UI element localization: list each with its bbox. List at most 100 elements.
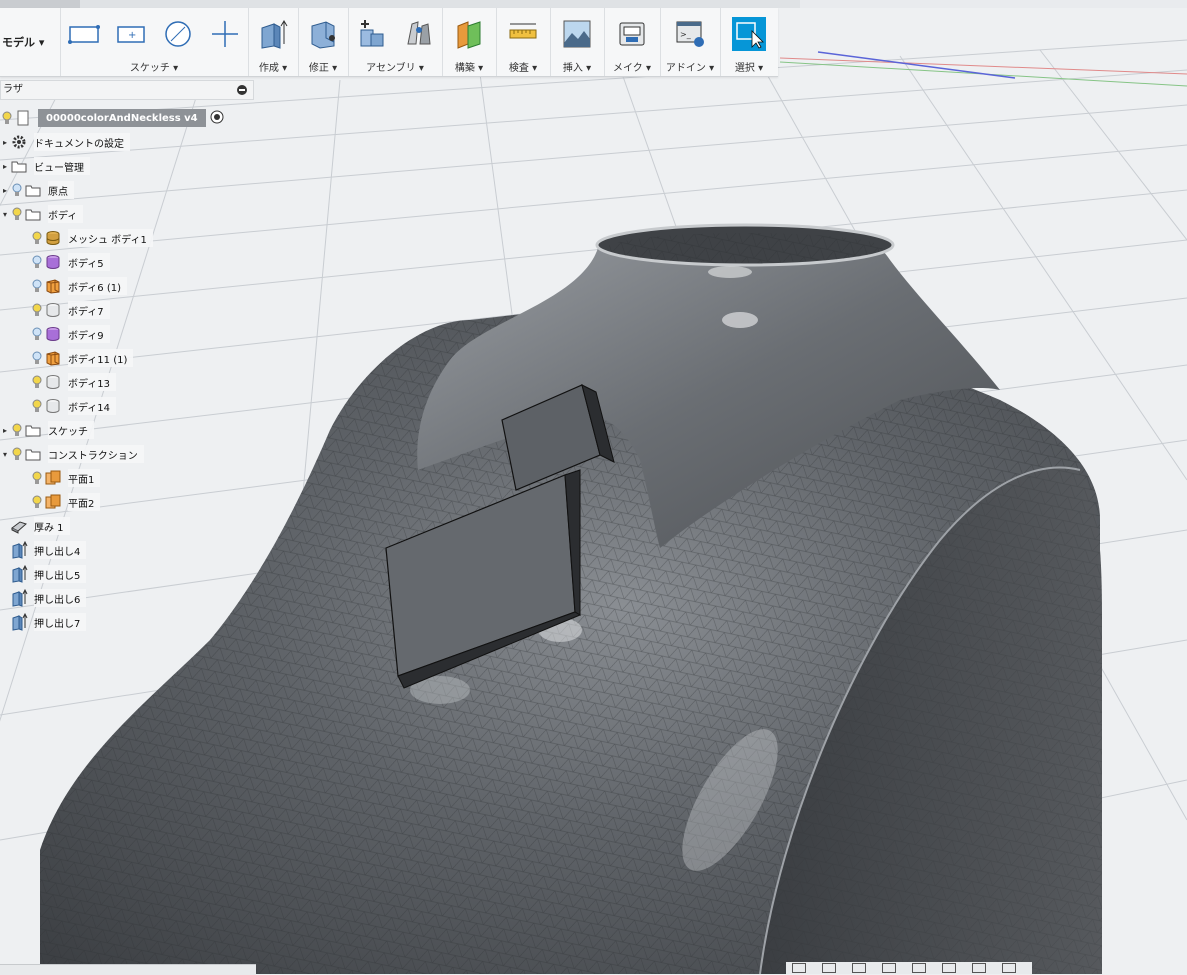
- browser-root-node[interactable]: 00000colorAndNeckless v4: [0, 108, 224, 128]
- select-menu[interactable]: 選択 ▾: [720, 59, 778, 74]
- visibility-bulb-icon[interactable]: [10, 206, 24, 222]
- tree-node-body-5[interactable]: ボディ5: [30, 252, 110, 272]
- document-tab[interactable]: [800, 0, 1187, 8]
- modify-menu[interactable]: 修正 ▾: [298, 59, 348, 74]
- visibility-bulb-icon[interactable]: [30, 398, 44, 414]
- offset-plane-icon[interactable]: [452, 17, 486, 51]
- tree-node-label: ボディ5: [68, 253, 110, 271]
- addins-menu[interactable]: アドイン ▾: [660, 59, 720, 74]
- tree-node-body-6-1[interactable]: ボディ6 (1): [30, 276, 128, 296]
- joint-icon[interactable]: [402, 17, 436, 51]
- tree-node-document-settings[interactable]: ▸ ドキュメントの設定: [0, 132, 130, 152]
- tree-node-label: 押し出し4: [34, 541, 87, 559]
- tree-node-label: ボディ13: [68, 373, 117, 391]
- visibility-bulb-icon[interactable]: [10, 446, 24, 462]
- workspace-switcher[interactable]: モデル ▾: [0, 8, 61, 76]
- extrude-icon[interactable]: [256, 17, 290, 51]
- visibility-bulb-icon[interactable]: [30, 374, 44, 390]
- grid-settings-icon[interactable]: [972, 963, 986, 973]
- visibility-bulb-icon[interactable]: [30, 254, 44, 270]
- tree-node-body-14[interactable]: ボディ14: [30, 396, 117, 416]
- point-icon[interactable]: [208, 17, 242, 51]
- press-pull-icon[interactable]: [306, 17, 340, 51]
- select-group: 選択 ▾: [720, 8, 778, 76]
- tree-node-extrude-4[interactable]: 押し出し4: [10, 540, 87, 560]
- pan-icon[interactable]: [852, 963, 866, 973]
- tree-node-construction[interactable]: ▾ コンストラクション: [0, 444, 144, 464]
- folder-icon: [24, 205, 42, 223]
- tree-node-label: 原点: [48, 181, 74, 199]
- insert-group: 挿入 ▾: [550, 8, 605, 76]
- addins-group: >_ アドイン ▾: [660, 8, 721, 76]
- tree-node-named-views[interactable]: ▸ ビュー管理: [0, 156, 90, 176]
- tree-node-mesh-body-1[interactable]: メッシュ ボディ1: [30, 228, 153, 248]
- tree-node-extrude-5[interactable]: 押し出し5: [10, 564, 87, 584]
- select-cursor-icon[interactable]: [732, 17, 766, 51]
- assemble-group: アセンブリ ▾: [348, 8, 443, 76]
- expand-caret-icon[interactable]: ▸: [0, 162, 10, 171]
- tree-node-label: 押し出し5: [34, 565, 87, 583]
- line-rectangle-icon[interactable]: [67, 17, 101, 51]
- tree-node-body-11-1[interactable]: ボディ11 (1): [30, 348, 134, 368]
- zoom-icon[interactable]: [882, 963, 896, 973]
- tree-node-extrude-7[interactable]: 押し出し7: [10, 612, 87, 632]
- tree-node-plane-2[interactable]: 平面2: [30, 492, 101, 512]
- tree-node-label: ボディ6 (1): [68, 277, 128, 295]
- tree-node-extrude-6[interactable]: 押し出し6: [10, 588, 87, 608]
- visibility-bulb-icon[interactable]: [30, 230, 44, 246]
- body-icon: [44, 253, 62, 271]
- circle-icon[interactable]: [161, 17, 195, 51]
- make-menu[interactable]: メイク ▾: [604, 59, 660, 74]
- tree-node-bodies[interactable]: ▾ ボディ: [0, 204, 84, 224]
- new-component-icon[interactable]: [355, 17, 389, 51]
- visibility-bulb-icon[interactable]: [10, 182, 24, 198]
- look-at-icon[interactable]: [822, 963, 836, 973]
- collapse-caret-icon[interactable]: ▾: [0, 450, 10, 459]
- visibility-bulb-icon[interactable]: [30, 350, 44, 366]
- center-rectangle-icon[interactable]: +: [114, 17, 148, 51]
- sketch-menu[interactable]: スケッチ ▾: [60, 59, 248, 74]
- measure-icon[interactable]: [506, 17, 540, 51]
- viewports-icon[interactable]: [1002, 963, 1016, 973]
- tree-node-body-7[interactable]: ボディ7: [30, 300, 110, 320]
- visibility-bulb-icon[interactable]: [30, 494, 44, 510]
- tree-node-origin[interactable]: ▸ 原点: [0, 180, 74, 200]
- visibility-bulb-icon[interactable]: [0, 110, 14, 126]
- tree-node-plane-1[interactable]: 平面1: [30, 468, 101, 488]
- visibility-bulb-icon[interactable]: [30, 470, 44, 486]
- orbit-icon[interactable]: [792, 963, 806, 973]
- insert-menu[interactable]: 挿入 ▾: [550, 59, 604, 74]
- tree-node-body-9[interactable]: ボディ9: [30, 324, 110, 344]
- create-menu[interactable]: 作成 ▾: [248, 59, 298, 74]
- svg-text:>_: >_: [680, 30, 692, 39]
- 3d-print-icon[interactable]: [615, 17, 649, 51]
- browser-title: ラザ: [3, 84, 23, 95]
- scripts-addins-icon[interactable]: >_: [673, 17, 707, 51]
- insert-image-icon[interactable]: [560, 17, 594, 51]
- construct-menu[interactable]: 構築 ▾: [442, 59, 496, 74]
- collapse-caret-icon[interactable]: ▾: [0, 210, 10, 219]
- expand-caret-icon[interactable]: ▸: [0, 138, 10, 147]
- app-tab[interactable]: [0, 0, 80, 8]
- inspect-menu[interactable]: 検査 ▾: [496, 59, 550, 74]
- comments-bar[interactable]: [0, 964, 256, 975]
- visibility-bulb-icon[interactable]: [30, 302, 44, 318]
- body-icon: [44, 325, 62, 343]
- visibility-bulb-icon[interactable]: [30, 326, 44, 342]
- expand-caret-icon[interactable]: ▸: [0, 426, 10, 435]
- thicken-icon: [10, 517, 28, 535]
- extrude-icon: [10, 565, 28, 583]
- expand-caret-icon[interactable]: ▸: [0, 186, 10, 195]
- body-icon: [44, 277, 62, 295]
- activate-radio-icon[interactable]: [210, 110, 224, 127]
- tree-node-label: ボディ14: [68, 397, 117, 415]
- fit-icon[interactable]: [912, 963, 926, 973]
- display-settings-icon[interactable]: [942, 963, 956, 973]
- collapse-panel-icon[interactable]: [237, 85, 247, 95]
- tree-node-thicken-1[interactable]: 厚み 1: [10, 516, 70, 536]
- tree-node-sketches[interactable]: ▸ スケッチ: [0, 420, 94, 440]
- assemble-menu[interactable]: アセンブリ ▾: [348, 59, 442, 74]
- tree-node-body-13[interactable]: ボディ13: [30, 372, 117, 392]
- visibility-bulb-icon[interactable]: [10, 422, 24, 438]
- visibility-bulb-icon[interactable]: [30, 278, 44, 294]
